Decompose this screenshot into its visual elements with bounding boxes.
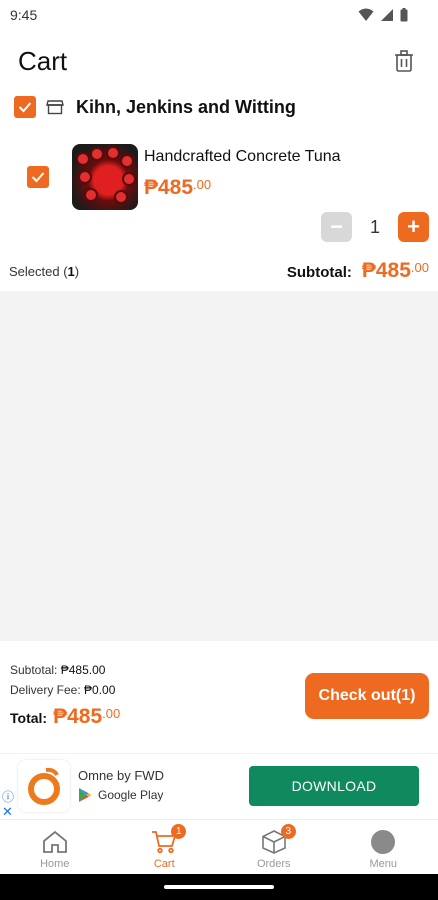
subtotal-label: Subtotal: xyxy=(286,264,352,281)
summary-delivery: Delivery Fee: ₱0.00 xyxy=(10,683,116,697)
item-checkbox[interactable] xyxy=(27,166,49,188)
app-header: Cart xyxy=(0,36,438,86)
bottom-nav: Home 1 Cart 3 Orders Menu xyxy=(0,819,438,874)
check-icon xyxy=(31,172,45,183)
ad-app-logo[interactable] xyxy=(18,760,70,812)
product-image[interactable] xyxy=(72,144,138,210)
summary-delivery-value: ₱0.00 xyxy=(84,683,116,697)
download-button[interactable]: DOWNLOAD xyxy=(249,766,419,806)
summary-subtotal-value: ₱485.00 xyxy=(60,663,106,677)
increase-button[interactable]: + xyxy=(398,212,429,242)
summary-subtotal: Subtotal: ₱485.00 xyxy=(10,663,106,677)
nav-menu[interactable]: Menu xyxy=(329,820,438,874)
nav-home-label: Home xyxy=(40,858,70,870)
quantity-stepper: − 1 + xyxy=(321,212,429,242)
cart-empty-space xyxy=(0,291,438,641)
store-checkbox[interactable] xyxy=(14,96,36,118)
store-row: Kihn, Jenkins and Witting xyxy=(14,96,296,118)
total-label: Total: xyxy=(10,710,48,726)
product-price-main: ₱485 xyxy=(144,176,194,199)
status-bar: 9:45 xyxy=(0,0,438,30)
decrease-button[interactable]: − xyxy=(321,212,352,242)
system-nav-bar xyxy=(0,874,438,900)
total-value: ₱485.00 xyxy=(53,705,121,728)
checkout-button[interactable]: Check out(1) xyxy=(305,673,429,719)
nav-menu-label: Menu xyxy=(369,858,398,870)
summary-total: Total: ₱485.00 xyxy=(10,705,120,729)
nav-cart-label: Cart xyxy=(153,858,175,870)
subtotal-group: Subtotal: ₱485.00 xyxy=(287,259,429,283)
selected-count-text: Selected (1) xyxy=(9,263,80,279)
store-name[interactable]: Kihn, Jenkins and Witting xyxy=(76,97,296,118)
orders-badge: 3 xyxy=(280,824,296,839)
trash-icon[interactable] xyxy=(392,49,416,73)
ad-banner[interactable]: ⓘ ✕ Omne by FWD Google Play DOWNLOAD xyxy=(0,753,438,819)
signal-icon xyxy=(381,9,393,21)
product-price-cents: .00 xyxy=(193,177,212,192)
cart-badge: 1 xyxy=(171,824,187,839)
selected-count: 1 xyxy=(67,263,75,279)
quantity-value[interactable]: 1 xyxy=(352,217,398,238)
check-icon xyxy=(18,102,32,113)
battery-icon xyxy=(400,8,408,22)
page-title: Cart xyxy=(18,45,68,76)
ad-info-icon[interactable]: ⓘ xyxy=(0,788,16,804)
status-time: 9:45 xyxy=(10,7,38,23)
store-icon xyxy=(46,100,64,115)
cart-item: Handcrafted Concrete Tuna ₱485.00 xyxy=(0,142,438,212)
product-price: ₱485.00 xyxy=(144,176,211,200)
selection-summary: Selected (1) Subtotal: ₱485.00 xyxy=(0,256,438,286)
ad-app-name[interactable]: Omne by FWD xyxy=(78,768,164,783)
cart-icon: 1 xyxy=(150,824,187,856)
ad-store-name: Google Play xyxy=(98,788,164,802)
nav-orders[interactable]: 3 Orders xyxy=(219,820,329,874)
google-play-icon xyxy=(79,788,92,802)
menu-avatar-icon xyxy=(369,828,397,856)
home-indicator[interactable] xyxy=(164,885,274,889)
product-name[interactable]: Handcrafted Concrete Tuna xyxy=(144,148,341,166)
subtotal-value: ₱485.00 xyxy=(361,259,429,282)
home-icon xyxy=(41,828,69,856)
nav-cart[interactable]: 1 Cart xyxy=(110,820,220,874)
box-icon: 3 xyxy=(260,824,296,856)
order-summary: Subtotal: ₱485.00 Delivery Fee: ₱0.00 To… xyxy=(0,641,438,753)
wifi-icon xyxy=(358,8,374,21)
status-icons xyxy=(358,8,408,22)
nav-home[interactable]: Home xyxy=(0,820,110,874)
ad-store-badge[interactable]: Google Play xyxy=(78,787,163,803)
nav-orders-label: Orders xyxy=(256,858,291,870)
ad-close-icon[interactable]: ✕ xyxy=(2,804,13,820)
